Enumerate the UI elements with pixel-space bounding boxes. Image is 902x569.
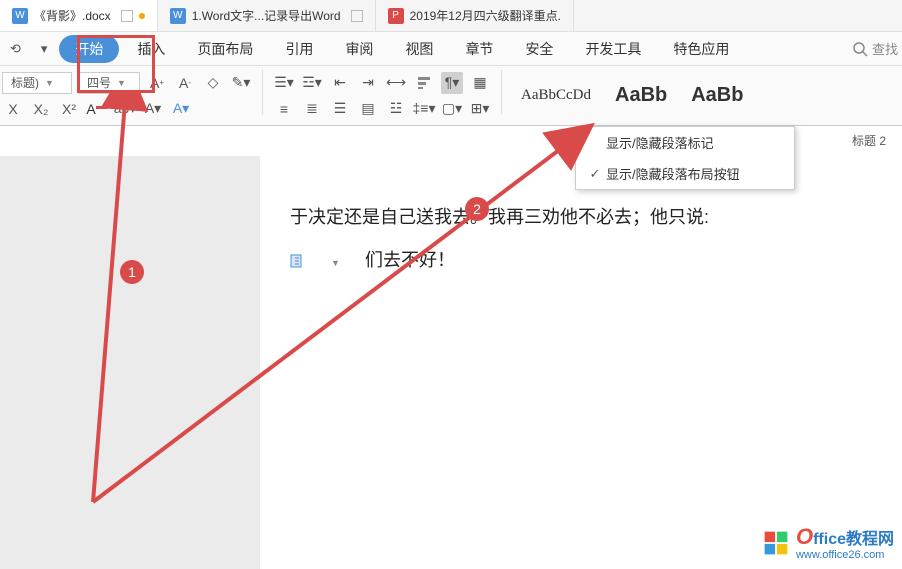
case-button[interactable]: X [2, 98, 24, 120]
tab-home[interactable]: 开始 [59, 35, 119, 63]
tab-reference[interactable]: 引用 [271, 33, 327, 65]
tab-security[interactable]: 安全 [511, 33, 567, 65]
font-name-value: 标题) [11, 74, 39, 91]
highlight-button[interactable]: ab▾ [114, 98, 136, 120]
separator [501, 70, 502, 114]
subscript-button[interactable]: X₂ [30, 98, 52, 120]
tab-pdf-translation[interactable]: P 2019年12月四六级翻译重点. [376, 0, 574, 31]
ribbon-tabs: ⟲ ▾ 开始 插入 页面布局 引用 审阅 视图 章节 安全 开发工具 特色应用 … [0, 32, 902, 66]
document-page[interactable]: 于决定还是自己送我去。我再三劝他不必去；他只说: ▼ 们去不好！ [260, 156, 902, 569]
tab-insert[interactable]: 插入 [123, 33, 179, 65]
paragraph-marks-menu: 显示/隐藏段落标记 ✓ 显示/隐藏段落布局按钮 [575, 126, 795, 190]
tab-view[interactable]: 视图 [391, 33, 447, 65]
align-center-button[interactable]: ≣ [301, 98, 323, 120]
shrink-font-button[interactable]: A- [174, 72, 196, 94]
watermark-title: Office教程网 [796, 525, 894, 549]
paragraph-1: 于决定还是自己送我去。我再三劝他不必去；他只说: [290, 196, 872, 239]
tab-special[interactable]: 特色应用 [659, 33, 743, 65]
increase-indent-button[interactable]: ⇥ [357, 72, 379, 94]
document-area: 于决定还是自己送我去。我再三劝他不必去；他只说: ▼ 们去不好！ [0, 156, 902, 569]
tab-review[interactable]: 审阅 [331, 33, 387, 65]
home-toolbar: 标题)▼ 四号▼ A+ A- ◇ ✎▾ X X₂ X² A ab▾ A▾ A▾ … [0, 66, 902, 126]
tab-section[interactable]: 章节 [451, 33, 507, 65]
char-shading-button[interactable]: A▾ [142, 98, 164, 120]
annotation-badge-1: 1 [120, 260, 144, 284]
word-doc-icon: W [12, 8, 28, 24]
page-gutter [0, 156, 260, 569]
office-logo-icon [762, 529, 790, 557]
menu-toggle-layout-button[interactable]: ✓ 显示/隐藏段落布局按钮 [576, 158, 794, 189]
paragraph-2: ▼ 们去不好！ [290, 239, 872, 282]
clear-format-button[interactable]: ◇ [202, 72, 224, 94]
shading-button[interactable]: ▢▾ [441, 98, 463, 120]
table-border-button[interactable]: ⊞▾ [469, 98, 491, 120]
decrease-indent-button[interactable]: ⇤ [329, 72, 351, 94]
chevron-down-icon[interactable]: ▼ [331, 258, 340, 268]
document-tabs: W 《背影》.docx W 1.Word文字...记录导出Word P 2019… [0, 0, 902, 32]
separator [262, 70, 263, 114]
paragraph-text: 们去不好！ [365, 250, 455, 270]
tab-devtools[interactable]: 开发工具 [571, 33, 655, 65]
font-size-combo[interactable]: 四号▼ [78, 72, 140, 94]
tab-label: 2019年12月四六级翻译重点. [410, 7, 561, 24]
bullets-button[interactable]: ☰▾ [273, 72, 295, 94]
char-scale-button[interactable]: ⟷ [385, 72, 407, 94]
style-heading2[interactable]: AaBb [682, 79, 752, 112]
tab-beiying[interactable]: W 《背影》.docx [0, 0, 158, 31]
word-doc-icon: W [170, 8, 186, 24]
borders-button[interactable]: ▦ [469, 72, 491, 94]
search-icon [852, 41, 868, 57]
format-painter-button[interactable]: ✎▾ [230, 72, 252, 94]
paragraph-layout-icon[interactable] [290, 253, 306, 269]
tab-word-export[interactable]: W 1.Word文字...记录导出Word [158, 0, 376, 31]
watermark: Office教程网 www.office26.com [762, 525, 894, 561]
sort-button[interactable] [413, 72, 435, 94]
pdf-doc-icon: P [388, 8, 404, 24]
redo-button[interactable]: ▾ [33, 37, 56, 61]
tab-window-icon[interactable] [351, 10, 363, 22]
font-name-combo[interactable]: 标题)▼ [2, 72, 72, 94]
grow-font-button[interactable]: A+ [146, 72, 168, 94]
numbering-button[interactable]: ☲▾ [301, 72, 323, 94]
search-box[interactable]: 查找 [852, 39, 902, 58]
check-icon: ✓ [584, 166, 606, 182]
paragraph-marks-button[interactable]: ¶▾ [441, 72, 463, 94]
menu-item-label: 显示/隐藏段落布局按钮 [606, 164, 740, 183]
font-color-button[interactable]: A [86, 98, 108, 120]
tab-label: 《背影》.docx [34, 7, 111, 24]
watermark-url: www.office26.com [796, 549, 894, 561]
tab-modified-dot [139, 13, 145, 19]
tab-pagelayout[interactable]: 页面布局 [183, 33, 267, 65]
menu-toggle-paragraph-marks[interactable]: 显示/隐藏段落标记 [576, 127, 794, 158]
font-size-value: 四号 [87, 74, 111, 91]
font-effect-button[interactable]: A▾ [170, 98, 192, 120]
distribute-button[interactable]: ☳ [385, 98, 407, 120]
line-spacing-button[interactable]: ‡≡▾ [413, 98, 435, 120]
superscript-button[interactable]: X² [58, 98, 80, 120]
align-right-button[interactable]: ☰ [329, 98, 351, 120]
tab-label: 1.Word文字...记录导出Word [192, 7, 341, 24]
annotation-badge-2: 2 [465, 197, 489, 221]
undo-button[interactable]: ⟲ [2, 37, 29, 61]
style-heading1[interactable]: AaBb [606, 79, 676, 112]
align-left-button[interactable]: ≡ [273, 98, 295, 120]
menu-item-label: 显示/隐藏段落标记 [606, 133, 714, 152]
align-justify-button[interactable]: ▤ [357, 98, 379, 120]
style-normal[interactable]: AaBbCcDd [512, 82, 600, 109]
search-label: 查找 [872, 39, 898, 58]
tab-window-icon[interactable] [121, 10, 133, 22]
style-caption: 标题 2 [852, 132, 886, 149]
